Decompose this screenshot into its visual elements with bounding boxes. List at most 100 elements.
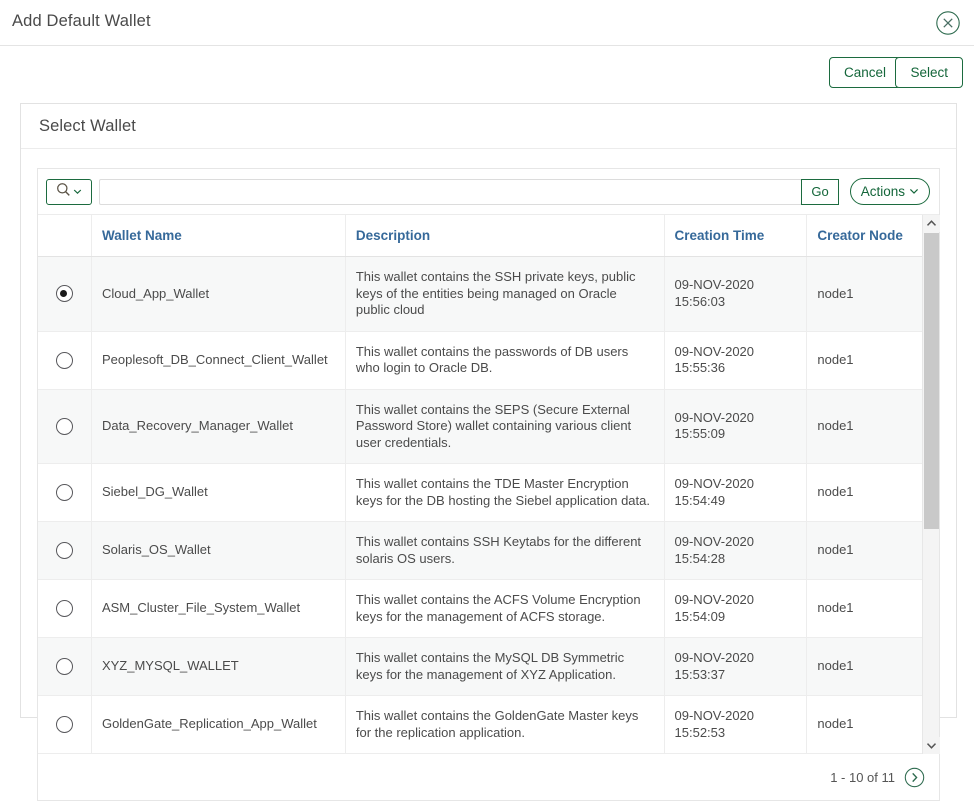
select-button[interactable]: Select (895, 57, 963, 88)
report-grid-container: Wallet Name Description Creation Time Cr… (38, 214, 939, 754)
row-select-cell[interactable] (38, 331, 91, 389)
cell-wallet-name: GoldenGate_Replication_App_Wallet (91, 696, 345, 754)
table-row[interactable]: ASM_Cluster_File_System_WalletThis walle… (38, 580, 939, 638)
wallet-radio-button[interactable] (56, 658, 73, 675)
cell-creator-node: node1 (807, 331, 939, 389)
table-row[interactable]: Data_Recovery_Manager_WalletThis wallet … (38, 389, 939, 464)
chevron-down-icon (73, 183, 82, 201)
cell-creation-time: 09-NOV-202015:54:09 (664, 580, 807, 638)
cell-wallet-name: Cloud_App_Wallet (91, 257, 345, 332)
pagination-range: 1 - 10 of 11 (830, 770, 895, 785)
cell-creation-time: 09-NOV-202015:55:36 (664, 331, 807, 389)
table-row[interactable]: XYZ_MYSQL_WALLETThis wallet contains the… (38, 638, 939, 696)
chevron-right-circle-icon[interactable] (904, 767, 925, 788)
wallet-radio-button[interactable] (56, 716, 73, 733)
cell-wallet-name: XYZ_MYSQL_WALLET (91, 638, 345, 696)
go-button[interactable]: Go (801, 179, 838, 205)
table-body: Cloud_App_WalletThis wallet contains the… (38, 257, 939, 754)
actions-button[interactable]: Actions (850, 178, 930, 205)
wallet-radio-button[interactable] (56, 484, 73, 501)
creation-clock: 15:54:09 (675, 609, 797, 626)
cell-wallet-name: ASM_Cluster_File_System_Wallet (91, 580, 345, 638)
column-header-creation-time[interactable]: Creation Time (664, 215, 807, 257)
cell-creation-time: 09-NOV-202015:52:53 (664, 696, 807, 754)
cell-description: This wallet contains SSH Keytabs for the… (345, 522, 664, 580)
creation-date: 09-NOV-2020 (675, 476, 797, 493)
cell-wallet-name: Peoplesoft_DB_Connect_Client_Wallet (91, 331, 345, 389)
cell-wallet-name: Siebel_DG_Wallet (91, 464, 345, 522)
wallet-radio-button[interactable] (56, 542, 73, 559)
panel-title: Select Wallet (39, 117, 136, 136)
creation-date: 09-NOV-2020 (675, 277, 797, 294)
row-select-cell[interactable] (38, 464, 91, 522)
scroll-up-button[interactable] (923, 215, 940, 232)
grid-vertical-scrollbar[interactable] (922, 215, 939, 754)
cell-description: This wallet contains the SEPS (Secure Ex… (345, 389, 664, 464)
creation-clock: 15:55:36 (675, 360, 797, 377)
cell-creator-node: node1 (807, 389, 939, 464)
table-row[interactable]: Solaris_OS_WalletThis wallet contains SS… (38, 522, 939, 580)
cell-creation-time: 09-NOV-202015:56:03 (664, 257, 807, 332)
row-select-cell[interactable] (38, 580, 91, 638)
creation-date: 09-NOV-2020 (675, 344, 797, 361)
cell-creator-node: node1 (807, 464, 939, 522)
row-select-cell[interactable] (38, 522, 91, 580)
cell-wallet-name: Data_Recovery_Manager_Wallet (91, 389, 345, 464)
column-header-wallet-name[interactable]: Wallet Name (91, 215, 345, 257)
row-select-cell[interactable] (38, 638, 91, 696)
creation-clock: 15:54:28 (675, 551, 797, 568)
cell-creation-time: 09-NOV-202015:53:37 (664, 638, 807, 696)
chevron-down-icon (909, 179, 919, 204)
row-select-cell[interactable] (38, 389, 91, 464)
table-row[interactable]: Siebel_DG_WalletThis wallet contains the… (38, 464, 939, 522)
table-row[interactable]: Cloud_App_WalletThis wallet contains the… (38, 257, 939, 332)
row-select-cell[interactable] (38, 257, 91, 332)
scroll-down-button[interactable] (923, 737, 940, 754)
search-input[interactable] (99, 179, 802, 205)
column-header-description[interactable]: Description (345, 215, 664, 257)
creation-clock: 15:53:37 (675, 667, 797, 684)
cell-creator-node: node1 (807, 638, 939, 696)
wallet-radio-button[interactable] (56, 600, 73, 617)
wallet-radio-button[interactable] (56, 352, 73, 369)
close-circle-icon[interactable] (935, 10, 961, 36)
actions-button-label: Actions (861, 179, 905, 204)
cell-creation-time: 09-NOV-202015:54:49 (664, 464, 807, 522)
pagination-bar: 1 - 10 of 11 (38, 754, 939, 800)
scrollbar-thumb[interactable] (924, 233, 939, 529)
creation-date: 09-NOV-2020 (675, 534, 797, 551)
column-header-creator-node[interactable]: Creator Node (807, 215, 939, 257)
dialog-title: Add Default Wallet (12, 12, 151, 31)
table-row[interactable]: Peoplesoft_DB_Connect_Client_WalletThis … (38, 331, 939, 389)
search-column-dropdown[interactable] (46, 179, 92, 205)
cell-creator-node: node1 (807, 522, 939, 580)
cell-creation-time: 09-NOV-202015:55:09 (664, 389, 807, 464)
creation-clock: 15:55:09 (675, 426, 797, 443)
cell-description: This wallet contains the passwords of DB… (345, 331, 664, 389)
dialog-header: Add Default Wallet (0, 0, 974, 46)
cancel-button[interactable]: Cancel (829, 57, 901, 88)
magnifier-icon (56, 182, 71, 202)
creation-clock: 15:52:53 (675, 725, 797, 742)
panel-header: Select Wallet (21, 104, 956, 149)
wallet-radio-button[interactable] (56, 285, 73, 302)
wallet-radio-button[interactable] (56, 418, 73, 435)
cell-description: This wallet contains the MySQL DB Symmet… (345, 638, 664, 696)
wallet-table: Wallet Name Description Creation Time Cr… (38, 215, 939, 754)
cell-creation-time: 09-NOV-202015:54:28 (664, 522, 807, 580)
cell-wallet-name: Solaris_OS_Wallet (91, 522, 345, 580)
table-header-row: Wallet Name Description Creation Time Cr… (38, 215, 939, 257)
cell-description: This wallet contains the ACFS Volume Enc… (345, 580, 664, 638)
creation-date: 09-NOV-2020 (675, 410, 797, 427)
interactive-report: Go Actions Wallet Name (37, 168, 940, 801)
dialog-action-bar: Cancel Select (0, 46, 974, 100)
panel-body: Go Actions Wallet Name (21, 149, 956, 801)
cell-description: This wallet contains the GoldenGate Mast… (345, 696, 664, 754)
row-select-cell[interactable] (38, 696, 91, 754)
report-search-toolbar: Go Actions (38, 169, 939, 214)
table-head: Wallet Name Description Creation Time Cr… (38, 215, 939, 257)
table-row[interactable]: GoldenGate_Replication_App_WalletThis wa… (38, 696, 939, 754)
creation-date: 09-NOV-2020 (675, 650, 797, 667)
creation-clock: 15:54:49 (675, 493, 797, 510)
creation-clock: 15:56:03 (675, 294, 797, 311)
